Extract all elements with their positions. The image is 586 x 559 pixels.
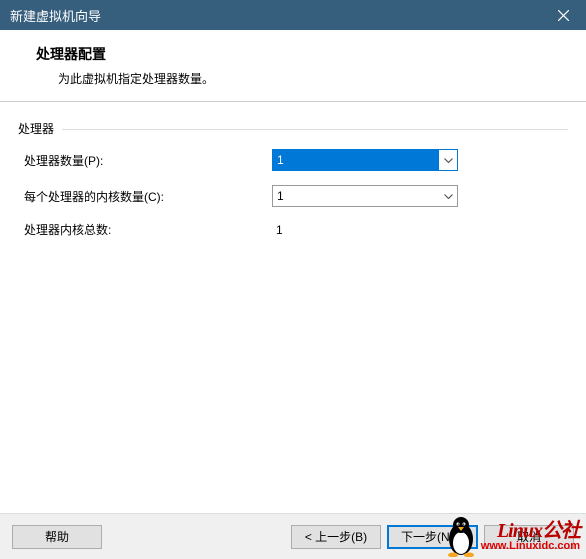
chevron-down-icon [439,186,457,206]
row-total-cores: 处理器内核总数: 1 [18,221,568,238]
wizard-header: 处理器配置 为此虚拟机指定处理器数量。 [0,30,586,102]
group-label-processors: 处理器 [18,120,568,137]
label-processor-count: 处理器数量(P): [24,152,272,169]
chevron-down-icon [439,150,457,170]
row-processor-count: 处理器数量(P): 1 [18,149,568,171]
help-button[interactable]: 帮助 [12,525,102,549]
combo-value: 1 [273,150,439,170]
label-total-cores: 处理器内核总数: [24,221,272,238]
window-title: 新建虚拟机向导 [10,6,541,25]
combo-value: 1 [273,186,439,206]
page-subtitle: 为此虚拟机指定处理器数量。 [22,70,586,87]
combo-cores-per-processor[interactable]: 1 [272,185,458,207]
combo-processor-count[interactable]: 1 [272,149,458,171]
wizard-footer: 帮助 < 上一步(B) 下一步(N) > 取消 [0,513,586,559]
page-title: 处理器配置 [22,44,586,64]
titlebar: 新建虚拟机向导 [0,0,586,30]
row-cores-per-processor: 每个处理器的内核数量(C): 1 [18,185,568,207]
next-button[interactable]: 下一步(N) > [387,525,478,549]
label-cores-per-processor: 每个处理器的内核数量(C): [24,188,272,205]
close-button[interactable] [541,0,586,30]
content-area: 处理器 处理器数量(P): 1 每个处理器的内核数量(C): 1 处理器内核总数… [0,102,586,238]
value-total-cores: 1 [272,223,283,237]
back-button[interactable]: < 上一步(B) [291,525,381,549]
close-icon [558,10,569,21]
cancel-button[interactable]: 取消 [484,525,574,549]
